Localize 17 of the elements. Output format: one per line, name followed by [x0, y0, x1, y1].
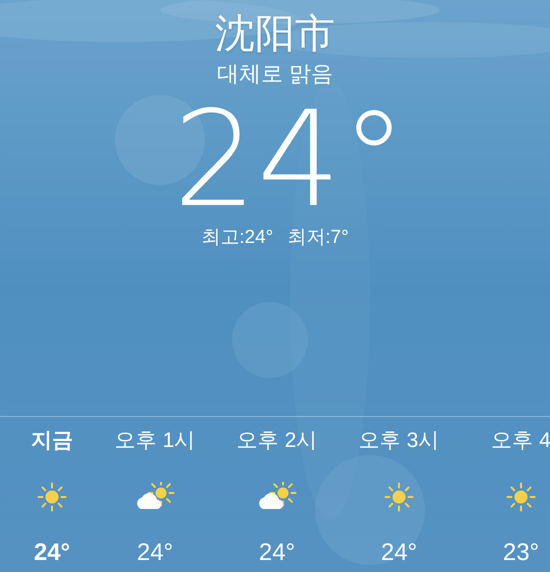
sun-icon [384, 482, 414, 512]
city-name: 沈阳市 [215, 11, 335, 58]
weather-condition: 대체로 맑음 [216, 60, 334, 88]
hour-temperature: 23° [502, 539, 540, 567]
hour-label: 오후 4 [491, 428, 550, 454]
hour-label: 오후 3시 [358, 428, 440, 454]
sun-icon [37, 482, 67, 512]
sun-behind-cloud-icon [257, 482, 297, 512]
hour-label: 지금 [31, 428, 73, 454]
sun-behind-cloud-icon [135, 482, 175, 512]
hour-label: 오후 1시 [114, 428, 196, 454]
sun-icon [506, 482, 536, 512]
hour-temperature: 24° [34, 539, 70, 567]
hour-temperature: 24° [136, 539, 174, 567]
hour-temperature: 24° [380, 539, 418, 567]
hour-label: 오후 2시 [236, 428, 318, 454]
hour-temperature: 24° [258, 539, 296, 567]
